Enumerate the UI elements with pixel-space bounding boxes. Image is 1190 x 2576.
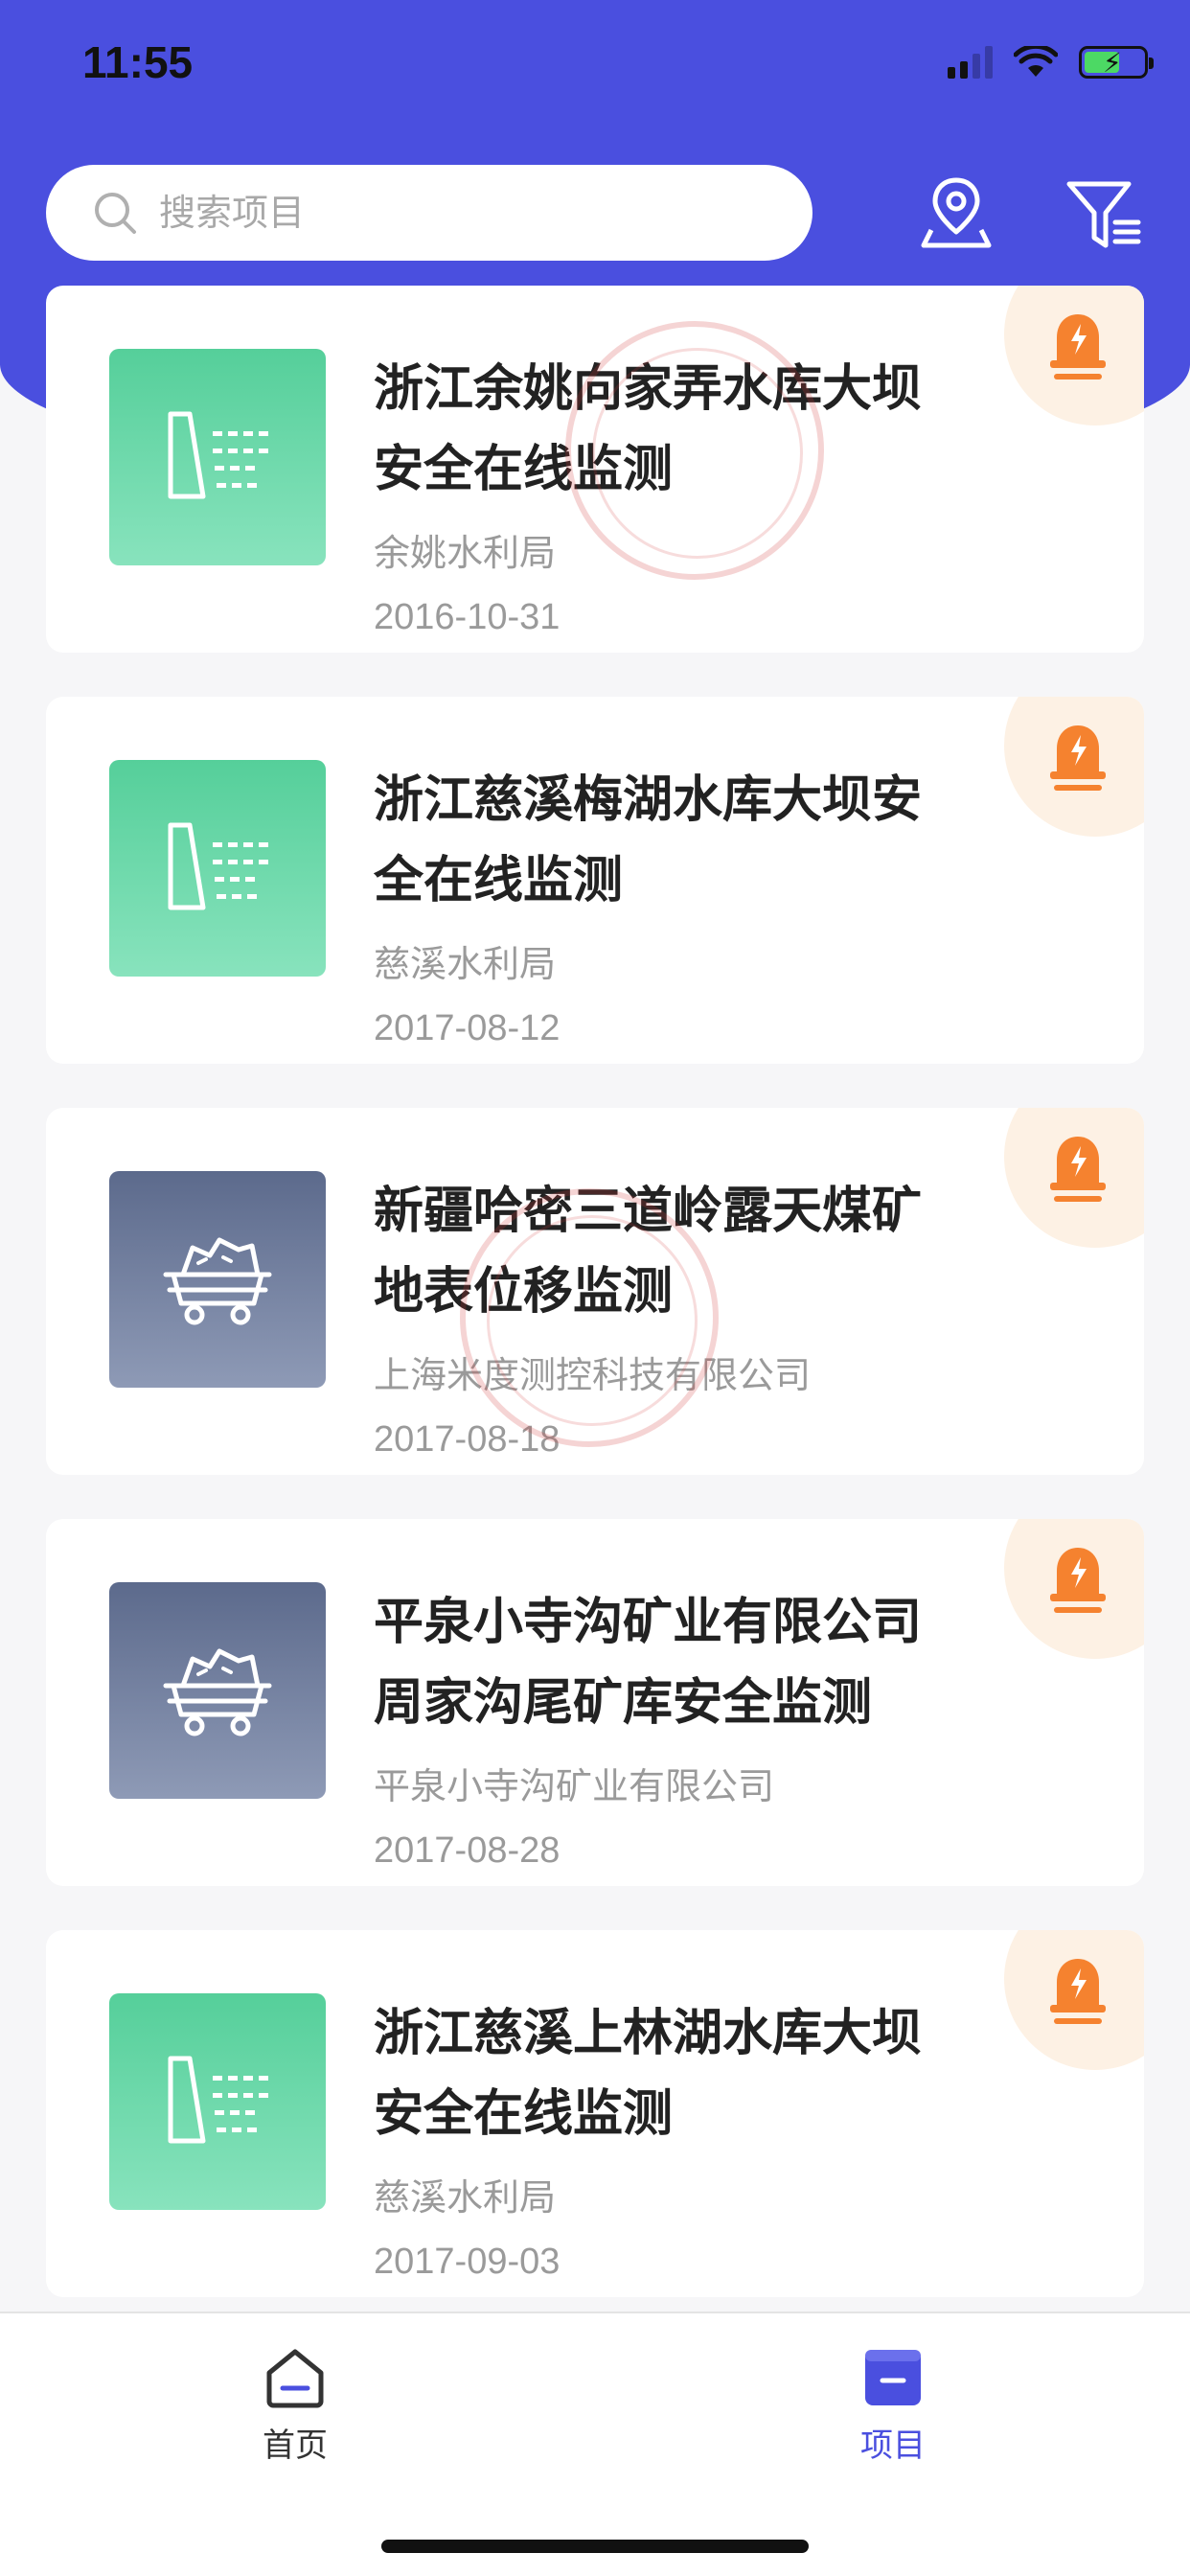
- filter-icon[interactable]: [1065, 178, 1142, 251]
- search-bar[interactable]: [46, 165, 812, 261]
- battery-icon: ⚡: [1079, 46, 1154, 79]
- project-card[interactable]: 浙江余姚向家弄水库大坝安全在线监测 余姚水利局 2016-10-31: [46, 286, 1144, 653]
- project-title: 浙江慈溪梅湖水库大坝安全在线监测: [374, 771, 923, 909]
- alarm-bell-icon: [1050, 1137, 1106, 1202]
- project-list: 浙江余姚向家弄水库大坝安全在线监测 余姚水利局 2016-10-31 浙江慈溪梅…: [46, 286, 1144, 2341]
- status-icons: ⚡: [948, 46, 1154, 79]
- dam-icon: [168, 2056, 268, 2144]
- location-pin-icon[interactable]: [918, 174, 995, 251]
- alarm-badge[interactable]: [1004, 1519, 1144, 1659]
- project-card[interactable]: 平泉小寺沟矿业有限公司周家沟尾矿库安全监测 平泉小寺沟矿业有限公司 2017-0…: [46, 1519, 1144, 1886]
- tab-projects-label: 项目: [860, 2426, 926, 2465]
- alarm-bell-icon: [1050, 1959, 1106, 2024]
- mine-cart-icon: [163, 1237, 272, 1325]
- alarm-bell-icon: [1050, 725, 1106, 791]
- cellular-signal-icon: [948, 46, 993, 79]
- project-card[interactable]: 新疆哈密三道岭露天煤矿地表位移监测 上海米度测控科技有限公司 2017-08-1…: [46, 1108, 1144, 1475]
- project-thumbnail: [109, 1993, 326, 2210]
- project-date: 2017-08-18: [374, 1419, 561, 1460]
- alarm-badge[interactable]: [1004, 1108, 1144, 1248]
- project-date: 2017-08-12: [374, 1008, 561, 1048]
- search-icon: [95, 193, 136, 234]
- mine-cart-icon: [163, 1648, 272, 1736]
- project-title: 新疆哈密三道岭露天煤矿地表位移监测: [374, 1183, 923, 1321]
- project-date: 2017-09-03: [374, 2242, 561, 2282]
- bottom-tab-bar: 首页 项目: [0, 2312, 1190, 2576]
- project-org: 余姚水利局: [374, 532, 557, 574]
- alarm-badge[interactable]: [1004, 1930, 1144, 2070]
- search-input[interactable]: [159, 192, 734, 234]
- project-thumbnail: [109, 1171, 326, 1388]
- project-folder-icon: [865, 2350, 921, 2405]
- home-icon: [266, 2349, 324, 2408]
- project-card[interactable]: 浙江慈溪上林湖水库大坝安全在线监测 慈溪水利局 2017-09-03: [46, 1930, 1144, 2297]
- project-date: 2016-10-31: [374, 597, 561, 637]
- project-thumbnail: [109, 1582, 326, 1799]
- project-thumbnail: [109, 760, 326, 977]
- alarm-badge[interactable]: [1004, 286, 1144, 426]
- project-org: 慈溪水利局: [374, 943, 557, 985]
- tab-projects[interactable]: 项目: [816, 2346, 970, 2480]
- project-thumbnail: [109, 349, 326, 565]
- dam-icon: [168, 822, 268, 910]
- dam-icon: [168, 411, 268, 499]
- alarm-bell-icon: [1050, 314, 1106, 380]
- project-org: 上海米度测控科技有限公司: [374, 1354, 812, 1396]
- tab-home[interactable]: 首页: [218, 2346, 372, 2480]
- project-title: 平泉小寺沟矿业有限公司周家沟尾矿库安全监测: [374, 1594, 923, 1732]
- project-card[interactable]: 浙江慈溪梅湖水库大坝安全在线监测 慈溪水利局 2017-08-12: [46, 697, 1144, 1064]
- wifi-icon: [1014, 46, 1058, 77]
- tab-home-label: 首页: [263, 2426, 328, 2465]
- status-time: 11:55: [82, 37, 194, 87]
- status-bar: 11:55 ⚡: [0, 0, 1190, 134]
- alarm-badge[interactable]: [1004, 697, 1144, 837]
- project-title: 浙江余姚向家弄水库大坝安全在线监测: [374, 360, 923, 498]
- project-org: 慈溪水利局: [374, 2176, 557, 2219]
- project-title: 浙江慈溪上林湖水库大坝安全在线监测: [374, 2005, 923, 2143]
- search-row: [46, 165, 1148, 261]
- home-indicator: [381, 2540, 809, 2553]
- project-org: 平泉小寺沟矿业有限公司: [374, 1765, 775, 1807]
- project-date: 2017-08-28: [374, 1830, 561, 1871]
- alarm-bell-icon: [1050, 1548, 1106, 1613]
